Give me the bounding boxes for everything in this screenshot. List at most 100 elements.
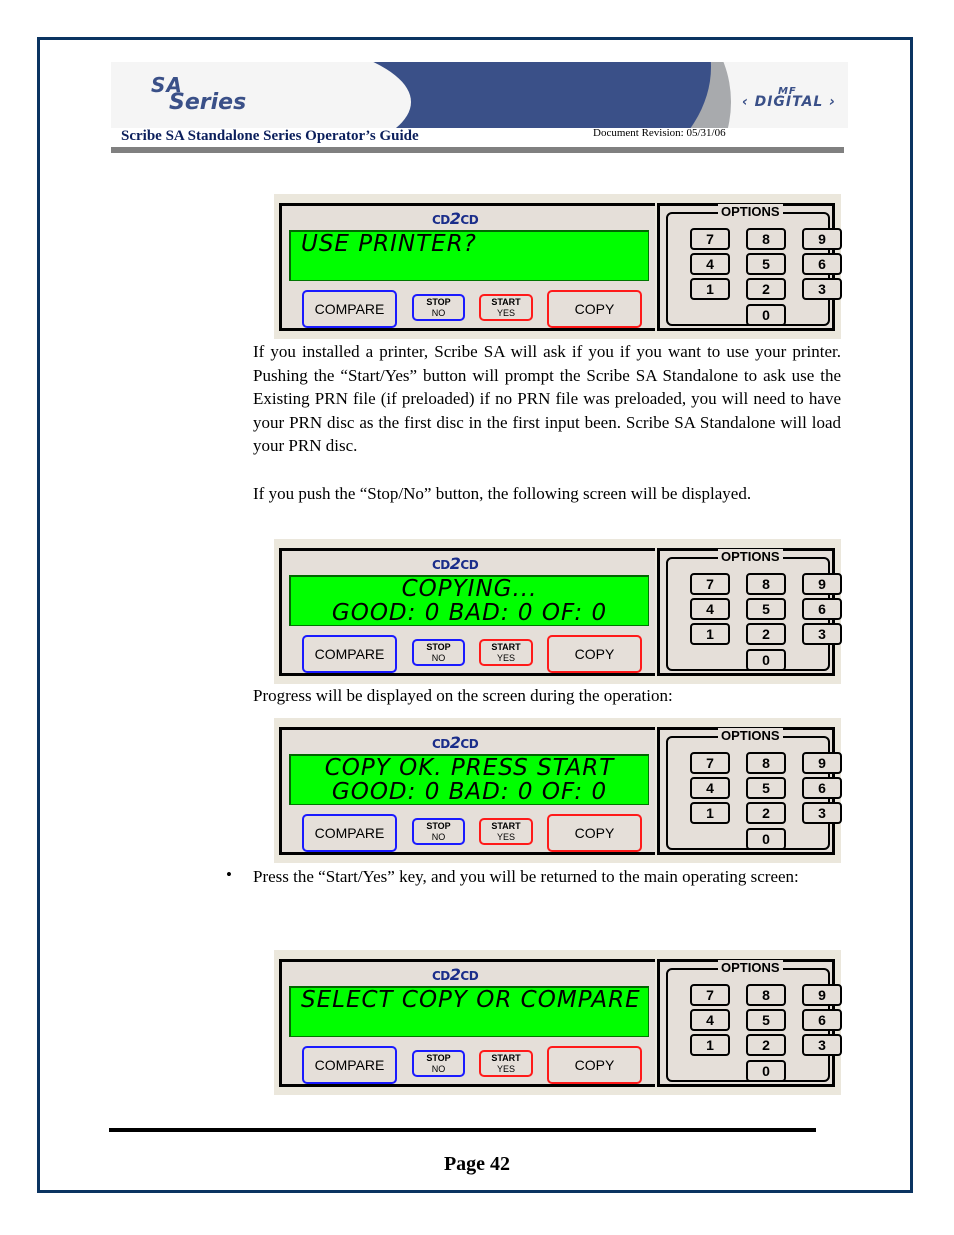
option-key-1[interactable]: 1: [690, 1034, 730, 1056]
options-keypad: OPTIONS 789 456 1230: [666, 204, 842, 326]
stop-no-button[interactable]: STOP NO: [412, 1050, 465, 1077]
option-key-9[interactable]: 9: [802, 984, 842, 1006]
start-label: START: [491, 1053, 521, 1063]
no-label: NO: [431, 308, 446, 318]
paragraph-return-main: Press the “Start/Yes” key, and you will …: [253, 867, 799, 886]
options-panel: OPTIONS 789 456 1230: [657, 548, 842, 676]
logo-digital-text: DIGITAL: [754, 94, 824, 110]
compare-button[interactable]: COMPARE: [302, 814, 397, 852]
option-key-6[interactable]: 6: [802, 1009, 842, 1031]
options-label: OPTIONS: [718, 728, 783, 743]
yes-label: YES: [496, 653, 515, 663]
brand-2: 2: [449, 733, 461, 752]
no-label: NO: [431, 653, 446, 663]
yes-label: YES: [496, 1064, 515, 1074]
stop-label: STOP: [426, 1053, 451, 1063]
option-key-7[interactable]: 7: [690, 752, 730, 774]
lcd-display: SELECT COPY OR COMPARE: [289, 986, 649, 1037]
paragraph-stop-no: If you push the “Stop/No” button, the fo…: [253, 484, 752, 503]
option-key-3[interactable]: 3: [802, 278, 842, 300]
option-key-1[interactable]: 1: [690, 278, 730, 300]
start-yes-button[interactable]: START YES: [479, 294, 533, 321]
copy-button[interactable]: COPY: [547, 814, 642, 852]
option-key-0[interactable]: 0: [746, 828, 786, 850]
compare-button[interactable]: COMPARE: [302, 290, 397, 328]
control-panel: CD2CD USE PRINTER? COMPARE STOP NO START…: [279, 203, 655, 331]
option-key-5[interactable]: 5: [746, 253, 786, 275]
stop-label: STOP: [426, 821, 451, 831]
start-label: START: [491, 297, 521, 307]
option-key-9[interactable]: 9: [802, 573, 842, 595]
start-yes-button[interactable]: START YES: [479, 1050, 533, 1077]
option-key-0[interactable]: 0: [746, 649, 786, 671]
compare-button[interactable]: COMPARE: [302, 1046, 397, 1084]
stop-no-button[interactable]: STOP NO: [412, 294, 465, 321]
option-key-7[interactable]: 7: [690, 573, 730, 595]
option-key-4[interactable]: 4: [690, 253, 730, 275]
option-key-0[interactable]: 0: [746, 304, 786, 326]
option-key-1[interactable]: 1: [690, 802, 730, 824]
options-label: OPTIONS: [718, 549, 783, 564]
option-key-5[interactable]: 5: [746, 777, 786, 799]
cd2cd-logo: CD2CD: [432, 965, 479, 984]
brand-cd-left: CD: [432, 558, 450, 572]
lcd-line-1: COPY OK. PRESS START: [324, 755, 615, 781]
stop-no-button[interactable]: STOP NO: [412, 639, 465, 666]
start-yes-button[interactable]: START YES: [479, 639, 533, 666]
brand-cd-right: CD: [460, 558, 479, 572]
header-banner: SA Series MF ‹ DIGITAL ›: [111, 62, 848, 128]
device-screen-select: CD2CD SELECT COPY OR COMPARE COMPARE STO…: [274, 950, 842, 1095]
option-key-9[interactable]: 9: [802, 228, 842, 250]
no-label: NO: [431, 1064, 446, 1074]
option-key-8[interactable]: 8: [746, 984, 786, 1006]
option-key-5[interactable]: 5: [746, 1009, 786, 1031]
start-label: START: [491, 821, 521, 831]
lcd-line-1: SELECT COPY OR COMPARE: [301, 987, 641, 1013]
option-key-4[interactable]: 4: [690, 1009, 730, 1031]
lcd-line-1: COPYING...: [401, 576, 538, 602]
option-key-6[interactable]: 6: [802, 598, 842, 620]
yes-label: YES: [496, 832, 515, 842]
copy-button[interactable]: COPY: [547, 290, 642, 328]
stop-label: STOP: [426, 642, 451, 652]
option-key-5[interactable]: 5: [746, 598, 786, 620]
option-key-7[interactable]: 7: [690, 984, 730, 1006]
copy-button[interactable]: COPY: [547, 635, 642, 673]
mf-digital-logo: MF ‹ DIGITAL ›: [741, 86, 836, 110]
option-key-3[interactable]: 3: [802, 1034, 842, 1056]
option-key-8[interactable]: 8: [746, 573, 786, 595]
control-panel: CD2CD SELECT COPY OR COMPARE COMPARE STO…: [279, 959, 655, 1087]
option-key-2[interactable]: 2: [746, 1034, 786, 1056]
option-key-9[interactable]: 9: [802, 752, 842, 774]
option-key-6[interactable]: 6: [802, 777, 842, 799]
brand-cd-left: CD: [432, 213, 450, 227]
lcd-display: COPYING... GOOD: 0 BAD: 0 OF: 0: [289, 575, 649, 626]
option-key-1[interactable]: 1: [690, 623, 730, 645]
option-key-4[interactable]: 4: [690, 598, 730, 620]
option-key-6[interactable]: 6: [802, 253, 842, 275]
brand-cd-right: CD: [460, 969, 479, 983]
lcd-line-1: USE PRINTER?: [301, 231, 477, 257]
lcd-display: USE PRINTER?: [289, 230, 649, 281]
brand-cd-left: CD: [432, 969, 450, 983]
brand-2: 2: [449, 554, 461, 573]
option-key-3[interactable]: 3: [802, 623, 842, 645]
footer-divider: [109, 1128, 816, 1132]
option-key-3[interactable]: 3: [802, 802, 842, 824]
option-key-7[interactable]: 7: [690, 228, 730, 250]
copy-button[interactable]: COPY: [547, 1046, 642, 1084]
compare-button[interactable]: COMPARE: [302, 635, 397, 673]
option-key-8[interactable]: 8: [746, 228, 786, 250]
options-label: OPTIONS: [718, 204, 783, 219]
option-key-2[interactable]: 2: [746, 802, 786, 824]
option-key-0[interactable]: 0: [746, 1060, 786, 1082]
option-key-2[interactable]: 2: [746, 278, 786, 300]
lcd-line-2: GOOD: 0 BAD: 0 OF: 0: [331, 600, 608, 626]
option-key-4[interactable]: 4: [690, 777, 730, 799]
paragraph-printer: If you installed a printer, Scribe SA wi…: [253, 342, 841, 455]
option-key-2[interactable]: 2: [746, 623, 786, 645]
start-yes-button[interactable]: START YES: [479, 818, 533, 845]
option-key-8[interactable]: 8: [746, 752, 786, 774]
stop-no-button[interactable]: STOP NO: [412, 818, 465, 845]
start-label: START: [491, 642, 521, 652]
